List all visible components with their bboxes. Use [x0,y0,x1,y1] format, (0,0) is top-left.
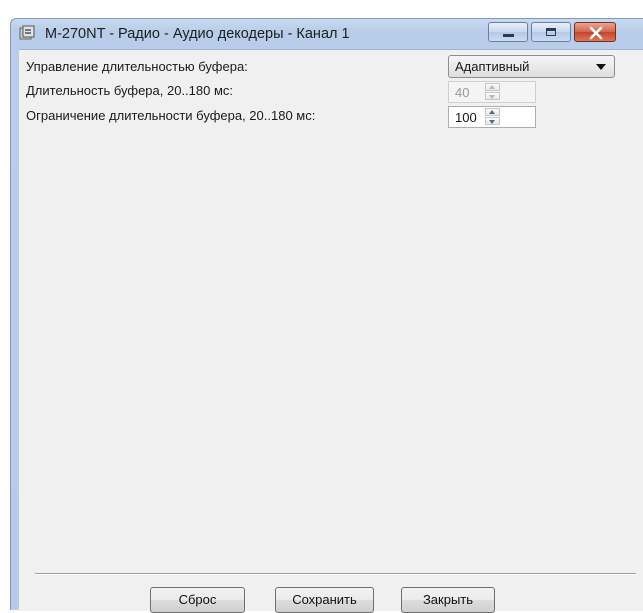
spin-down-icon [485,92,500,100]
dialog-window: M-270NT - Радио - Аудио декодеры - Канал… [10,18,643,613]
close-icon [589,26,603,40]
close-button[interactable]: Закрыть [401,587,495,613]
reset-button[interactable]: Сброс [150,587,245,613]
window-title: M-270NT - Радио - Аудио декодеры - Канал… [45,26,350,42]
title-bar[interactable]: M-270NT - Радио - Аудио декодеры - Канал… [11,19,643,49]
maximize-icon [546,28,556,36]
buffer-limit-value[interactable]: 100 [455,110,477,125]
buffer-mode-select[interactable]: Адаптивный [448,55,615,78]
spin-up-icon [485,83,500,91]
spin-down-icon[interactable] [485,117,500,125]
app-window-icon [19,25,35,41]
close-window-button[interactable] [574,22,616,42]
footer-separator [35,573,636,575]
spin-up-icon[interactable] [485,108,500,116]
maximize-button[interactable] [531,22,571,42]
buffer-mode-value: Адаптивный [455,59,530,74]
buffer-duration-value: 40 [455,85,470,100]
buffer-limit-label: Ограничение длительности буфера, 20..180… [26,108,316,123]
buffer-limit-spinbox[interactable]: 100 [448,106,536,128]
buffer-duration-label: Длительность буфера, 20..180 мс: [26,83,234,98]
dialog-content: Управление длительностью буфера: Адаптив… [19,49,643,613]
buffer-duration-spin-buttons [485,83,501,101]
buffer-limit-spin-buttons [485,108,501,126]
buffer-mode-label: Управление длительностью буфера: [26,59,248,74]
save-button[interactable]: Сохранить [275,587,374,613]
buffer-duration-spinbox: 40 [448,81,536,103]
minimize-button[interactable] [488,22,528,42]
chevron-down-icon [596,64,606,70]
minimize-icon [503,34,514,37]
caption-buttons [488,22,616,44]
